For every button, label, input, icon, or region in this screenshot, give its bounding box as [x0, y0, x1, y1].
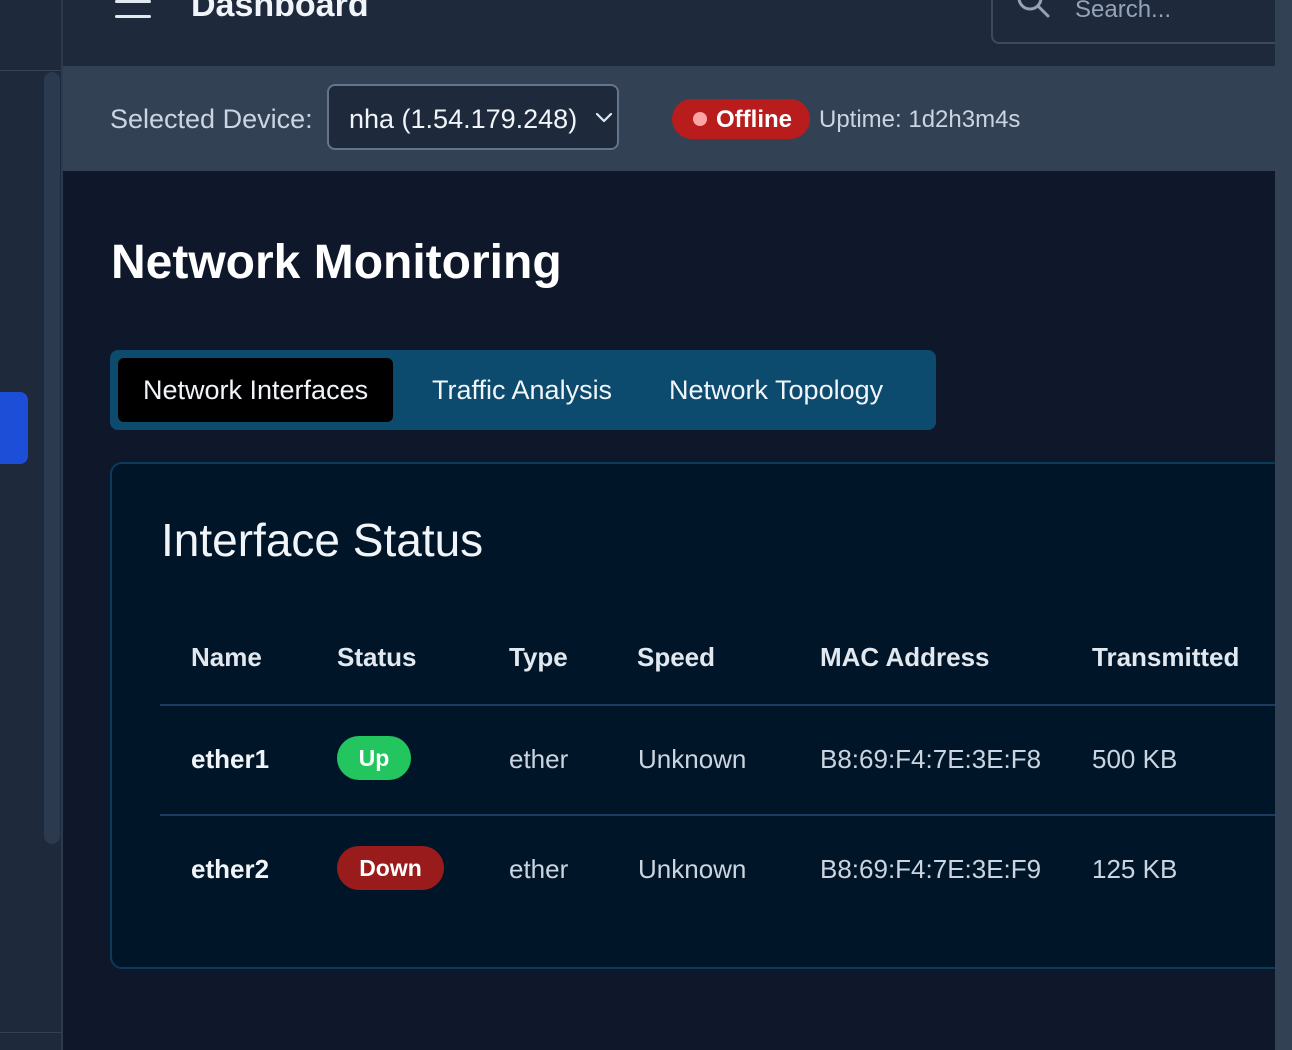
column-header-status[interactable]: Status	[337, 642, 416, 673]
device-select[interactable]: nha (1.54.179.248)	[327, 84, 619, 150]
cell-name: ether1	[191, 744, 270, 774]
column-header-mac[interactable]: MAC Address	[820, 642, 990, 673]
tab-traffic-analysis[interactable]: Traffic Analysis	[432, 358, 612, 422]
search-icon	[1017, 0, 1050, 18]
tab-bar: Network Interfaces Traffic Analysis Netw…	[110, 350, 936, 430]
tab-network-interfaces[interactable]: Network Interfaces	[118, 358, 394, 422]
chevron-down-icon	[595, 112, 613, 123]
uptime-text: Uptime: 1d2h3m4s	[819, 106, 1021, 133]
device-select-value: nha (1.54.179.248)	[349, 104, 578, 134]
search-box[interactable]	[991, 0, 1292, 44]
cell-type: ether	[509, 854, 569, 884]
cell-speed: Unknown	[638, 744, 747, 774]
table-divider	[160, 704, 1290, 706]
column-header-speed[interactable]: Speed	[637, 642, 715, 673]
page-title: Network Monitoring	[111, 236, 562, 289]
cell-speed: Unknown	[638, 854, 747, 884]
device-status-badge: Offline	[672, 99, 810, 139]
sidebar-scrollbar[interactable]	[44, 72, 60, 844]
table-divider	[160, 814, 1290, 816]
header-title: Dashboard	[191, 0, 369, 24]
app-root: Dashboard Selected Device: nha (1.54.179…	[0, 0, 1292, 1050]
cell-mac: B8:69:F4:7E:3E:F9	[820, 854, 1042, 884]
cell-mac: B8:69:F4:7E:3E:F8	[820, 744, 1042, 774]
device-status-text: Offline	[716, 106, 792, 133]
device-bar: Selected Device: nha (1.54.179.248) Offl…	[63, 68, 1275, 171]
cell-type: ether	[509, 744, 569, 774]
top-header: Dashboard	[63, 0, 1292, 68]
sidebar	[0, 0, 63, 1050]
sidebar-divider	[0, 70, 61, 71]
hamburger-menu-icon[interactable]	[115, 0, 153, 20]
status-badge: Down	[337, 846, 444, 890]
interface-status-panel: Interface Status Name Status Type Speed …	[110, 462, 1290, 969]
main-content: Network Monitoring Network Interfaces Tr…	[63, 171, 1290, 1050]
column-header-type[interactable]: Type	[509, 642, 568, 673]
tab-network-topology[interactable]: Network Topology	[669, 358, 883, 422]
cell-transmitted: 500 KB	[1092, 744, 1178, 774]
cell-transmitted: 125 KB	[1092, 854, 1178, 884]
window-edge	[1275, 0, 1292, 1050]
column-header-transmitted[interactable]: Transmitted	[1092, 642, 1239, 673]
column-header-name[interactable]: Name	[191, 642, 262, 673]
panel-title: Interface Status	[161, 514, 484, 566]
status-badge: Up	[337, 736, 411, 780]
search-input[interactable]	[1073, 0, 1277, 26]
status-dot-icon	[693, 112, 707, 126]
sidebar-divider-bottom	[0, 1032, 61, 1033]
cell-name: ether2	[191, 854, 270, 884]
sidebar-item-active[interactable]	[0, 392, 28, 464]
selected-device-label: Selected Device:	[110, 104, 313, 134]
